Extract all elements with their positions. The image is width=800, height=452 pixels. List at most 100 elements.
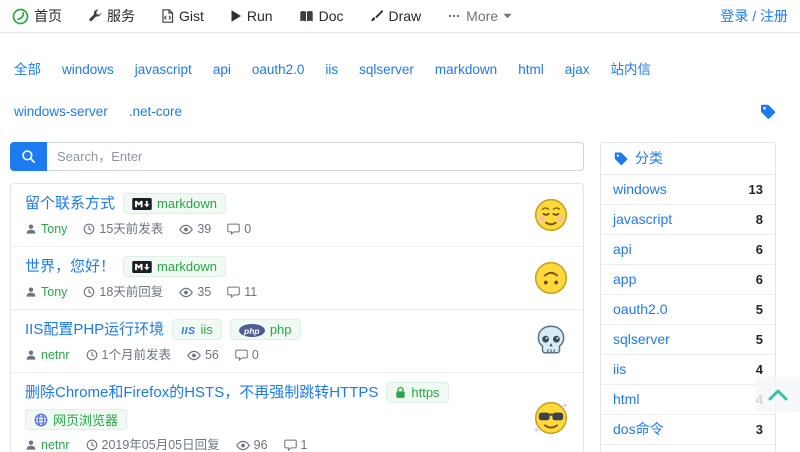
post-title-link[interactable]: 留个联系方式: [25, 193, 115, 214]
eye-icon: [236, 440, 250, 451]
tag-filter-html[interactable]: html: [518, 59, 544, 80]
person-icon: [25, 223, 37, 235]
post-meta: Tony 18天前回复 35 11: [25, 284, 523, 300]
post-time-label: 15天前发表: [99, 221, 163, 237]
category-link-sqlserver[interactable]: sqlserver: [613, 330, 670, 349]
post-author[interactable]: Tony: [25, 284, 67, 300]
category-count: 3: [756, 420, 763, 439]
post-title-row: 世界，您好！ markdown: [25, 256, 523, 277]
post-item: 留个联系方式markdownTony15天前发表390: [11, 184, 583, 246]
post-title-row: IIS配置PHP运行环境 IISiis phpphp: [25, 319, 523, 340]
author-link[interactable]: Tony: [41, 221, 67, 237]
category-link-html[interactable]: html: [613, 390, 639, 409]
post-meta: Tony15天前发表390: [25, 221, 523, 237]
gist-icon: [161, 9, 174, 23]
ellipsis-icon: [447, 9, 461, 23]
nav-item-label: More: [466, 8, 498, 24]
post-title-link[interactable]: 删除Chrome和Firefox的HSTS，不再强制跳转HTTPS: [25, 382, 378, 403]
search-icon: [21, 149, 36, 164]
nav-item-gist[interactable]: Gist: [161, 8, 204, 24]
eye-icon: [187, 350, 201, 361]
post-time-label: 18天前回复: [99, 284, 163, 300]
php-logo: php: [239, 322, 265, 338]
doc-icon: [299, 10, 314, 23]
category-link-dos命令[interactable]: dos命令: [613, 420, 664, 439]
post-time: 15天前发表: [83, 221, 163, 237]
tag-icon: [613, 151, 628, 166]
nav-item-more[interactable]: More: [447, 8, 512, 24]
post-views: 96: [236, 437, 268, 452]
tag-label: php: [270, 322, 292, 337]
tag-filter-windows-server[interactable]: windows-server: [14, 101, 108, 122]
category-link-oauth2.0[interactable]: oauth2.0: [613, 300, 668, 319]
upside-down-face-icon: [533, 260, 569, 296]
category-link-iis[interactable]: iis: [613, 360, 626, 379]
post-item: IIS配置PHP运行环境 IISiis phpphp netnr1个月前发表560: [11, 309, 583, 372]
back-to-top-button[interactable]: [755, 377, 800, 412]
person-icon: [25, 439, 37, 451]
category-item: iis4: [601, 354, 775, 384]
post-item: 世界，您好！ markdown Tony 18天前回复 35 11: [11, 246, 583, 309]
category-link-javascript[interactable]: javascript: [613, 210, 672, 229]
post-title-link[interactable]: IIS配置PHP运行环境: [25, 319, 164, 340]
tag-filter-javascript[interactable]: javascript: [135, 59, 192, 80]
tag-filter-bar: 全部 windows javascript api oauth2.0 iis sqlserv…: [0, 33, 800, 122]
author-link[interactable]: Tony: [41, 284, 67, 300]
post-author[interactable]: Tony: [25, 221, 67, 237]
post-tag-markdown[interactable]: markdown: [123, 256, 226, 277]
category-item: dos命令 3: [601, 414, 775, 444]
tag-filter-oauth2.0[interactable]: oauth2.0: [252, 59, 305, 80]
post-comments: 0: [227, 221, 251, 237]
category-count: 5: [756, 300, 763, 319]
tag-filter-iis[interactable]: iis: [325, 59, 338, 80]
category-link-app[interactable]: app: [613, 270, 636, 289]
tag-filter-.net-core[interactable]: .net-core: [129, 101, 182, 122]
post-tag-https[interactable]: https: [386, 382, 448, 403]
tag-filter-markdown[interactable]: markdown: [435, 59, 497, 80]
nav-item-label: Draw: [388, 8, 421, 24]
category-item: app6: [601, 264, 775, 294]
tag-filter-站内信[interactable]: 站内信: [610, 59, 651, 80]
comment-icon: [227, 223, 240, 235]
person-icon: [25, 286, 37, 298]
author-link[interactable]: netnr: [41, 347, 70, 363]
search-button[interactable]: [10, 142, 47, 171]
nav-item-doc[interactable]: Doc: [299, 8, 344, 24]
brand-home-link[interactable]: 首页: [12, 6, 62, 26]
nav-item-run[interactable]: Run: [230, 8, 273, 24]
tag-filter-ajax[interactable]: ajax: [565, 59, 590, 80]
post-author[interactable]: netnr: [25, 347, 70, 363]
post-views: 35: [179, 284, 211, 300]
globe-icon: [34, 413, 48, 427]
tag-filter-api[interactable]: api: [213, 59, 231, 80]
category-link-api[interactable]: api: [613, 240, 632, 259]
nav-item-draw[interactable]: Draw: [369, 8, 421, 24]
nav-item-label: Run: [247, 8, 273, 24]
nav-item-services[interactable]: 服务: [88, 6, 135, 26]
post-body: 留个联系方式markdownTony15天前发表390: [25, 193, 523, 237]
post-title-link[interactable]: 世界，您好！: [25, 256, 115, 277]
eye-icon: [179, 287, 193, 298]
post-tag-markdown[interactable]: markdown: [123, 193, 226, 214]
comment-icon: [227, 286, 240, 298]
top-navbar: 首页 服务 Gist Run Doc Draw More 登录 / 注册: [0, 0, 800, 33]
clock-icon: [83, 286, 95, 298]
post-comments: 11: [227, 284, 257, 300]
post-author[interactable]: netnr: [25, 437, 70, 452]
post-meta: netnr1个月前发表560: [25, 347, 523, 363]
tag-filter-全部[interactable]: 全部: [14, 59, 41, 80]
login-register-link[interactable]: 登录 / 注册: [720, 6, 788, 26]
post-tag-网页浏览器[interactable]: 网页浏览器: [25, 409, 127, 430]
post-tag-iis[interactable]: IISiis: [172, 319, 222, 340]
post-comments: 1: [284, 437, 308, 452]
category-link-windows[interactable]: windows: [613, 180, 667, 199]
tag-filter-sqlserver[interactable]: sqlserver: [359, 59, 414, 80]
post-tag-php[interactable]: phpphp: [230, 319, 301, 340]
tag-icon[interactable]: [759, 103, 776, 122]
category-item: windows13: [601, 175, 775, 204]
category-count: 5: [756, 330, 763, 349]
clock-icon: [86, 349, 98, 361]
author-link[interactable]: netnr: [41, 437, 70, 452]
tag-filter-windows[interactable]: windows: [62, 59, 114, 80]
search-input[interactable]: [47, 142, 584, 171]
